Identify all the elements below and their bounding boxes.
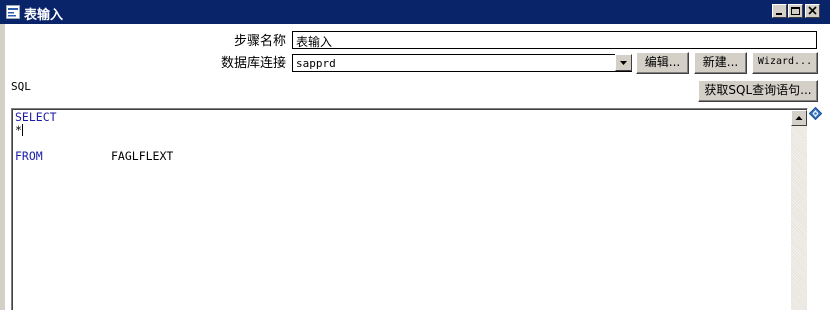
scroll-up-button[interactable] — [791, 110, 807, 126]
close-button[interactable] — [805, 4, 820, 18]
sql-keyword: FROM — [15, 149, 43, 163]
sql-code: SELECT * FROM FAGLFLEXT — [15, 111, 173, 163]
db-connection-label: 数据库连接 — [221, 56, 287, 71]
sql-editor-frame: SELECT * FROM FAGLFLEXT — [12, 109, 807, 310]
help-diamond-icon[interactable] — [809, 107, 822, 120]
sql-label: SQL — [11, 80, 31, 93]
chevron-down-icon — [620, 61, 627, 65]
new-connection-button[interactable]: 新建... — [694, 52, 747, 74]
sql-editor[interactable]: SELECT * FROM FAGLFLEXT — [11, 108, 808, 310]
vertical-scrollbar[interactable] — [791, 110, 807, 310]
minimize-icon — [776, 13, 782, 15]
sql-keyword: SELECT — [15, 110, 57, 124]
step-name-input[interactable]: 表输入 — [292, 31, 817, 49]
maximize-icon — [791, 7, 800, 15]
window-title: 表输入 — [24, 8, 64, 23]
wizard-button[interactable]: Wizard... — [752, 52, 818, 74]
step-name-label: 步骤名称 — [234, 34, 287, 49]
code-line: * — [15, 124, 173, 137]
get-sql-button[interactable]: 获取SQL查询语句... — [698, 80, 818, 102]
close-icon — [808, 6, 817, 15]
sql-text: FAGLFLEXT — [111, 149, 174, 163]
dropdown-button[interactable] — [615, 54, 632, 71]
title-bar[interactable]: 表输入 — [0, 0, 830, 24]
table-input-icon — [6, 5, 20, 19]
text-cursor — [21, 124, 23, 136]
minimize-button[interactable] — [772, 4, 787, 18]
edit-connection-button[interactable]: 编辑... — [636, 52, 689, 74]
window-edge — [0, 24, 5, 310]
db-connection-value: sapprd — [296, 57, 336, 70]
db-connection-select[interactable]: sapprd — [292, 54, 632, 72]
code-line: FROM FAGLFLEXT — [15, 150, 173, 163]
maximize-button[interactable] — [788, 4, 803, 18]
chevron-up-icon — [795, 116, 803, 120]
code-line: SELECT — [15, 111, 173, 124]
sql-text: * — [15, 123, 22, 137]
